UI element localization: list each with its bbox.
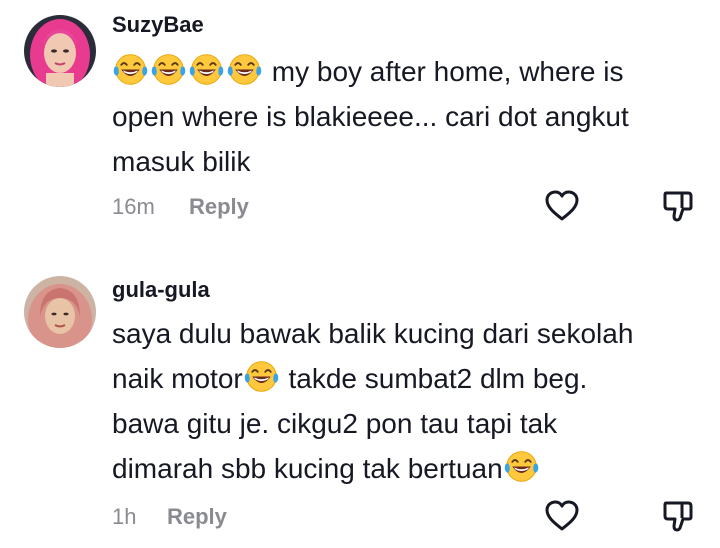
laugh-emoji-icon — [503, 448, 540, 485]
comment-username[interactable]: SuzyBae — [112, 12, 204, 38]
comment-timestamp: 16m — [112, 194, 155, 219]
laugh-emoji-icon — [112, 51, 149, 88]
heart-icon[interactable] — [542, 186, 582, 226]
comment-text: saya dulu bawak balik kucing dari sekola… — [112, 311, 712, 491]
avatar[interactable] — [24, 15, 96, 87]
laugh-emoji-icon — [226, 51, 263, 88]
reply-button[interactable]: Reply — [167, 504, 227, 530]
comment-timestamp: 1h — [112, 504, 137, 529]
comment-text-line: dimarah sbb kucing tak bertuan — [112, 453, 503, 484]
comment-text-line: my boy after home, where is — [271, 56, 624, 87]
comment-text-line: takde sumbat2 dlm beg. — [280, 363, 588, 394]
reply-button[interactable]: Reply — [189, 194, 249, 220]
heart-icon[interactable] — [542, 496, 582, 536]
comment-text-line: bawa gitu je. cikgu2 pon tau tapi tak — [112, 408, 558, 439]
comment-text-line: open where is blakieeee... cari dot angk… — [112, 101, 629, 132]
comment-text-line: saya dulu bawak balik kucing dari sekola… — [112, 318, 634, 349]
laugh-emoji-icon — [150, 51, 187, 88]
comment-text: my boy after home, where is open where i… — [112, 49, 712, 184]
comment-text-line: naik motor — [112, 363, 243, 394]
laugh-emoji-icon — [188, 51, 225, 88]
laugh-emoji-icon — [243, 358, 280, 395]
dislike-icon[interactable] — [658, 496, 698, 536]
comment-text-line: masuk bilik — [112, 146, 251, 177]
dislike-icon[interactable] — [658, 186, 698, 226]
comment-username[interactable]: gula-gula — [112, 277, 210, 303]
avatar[interactable] — [24, 276, 96, 348]
